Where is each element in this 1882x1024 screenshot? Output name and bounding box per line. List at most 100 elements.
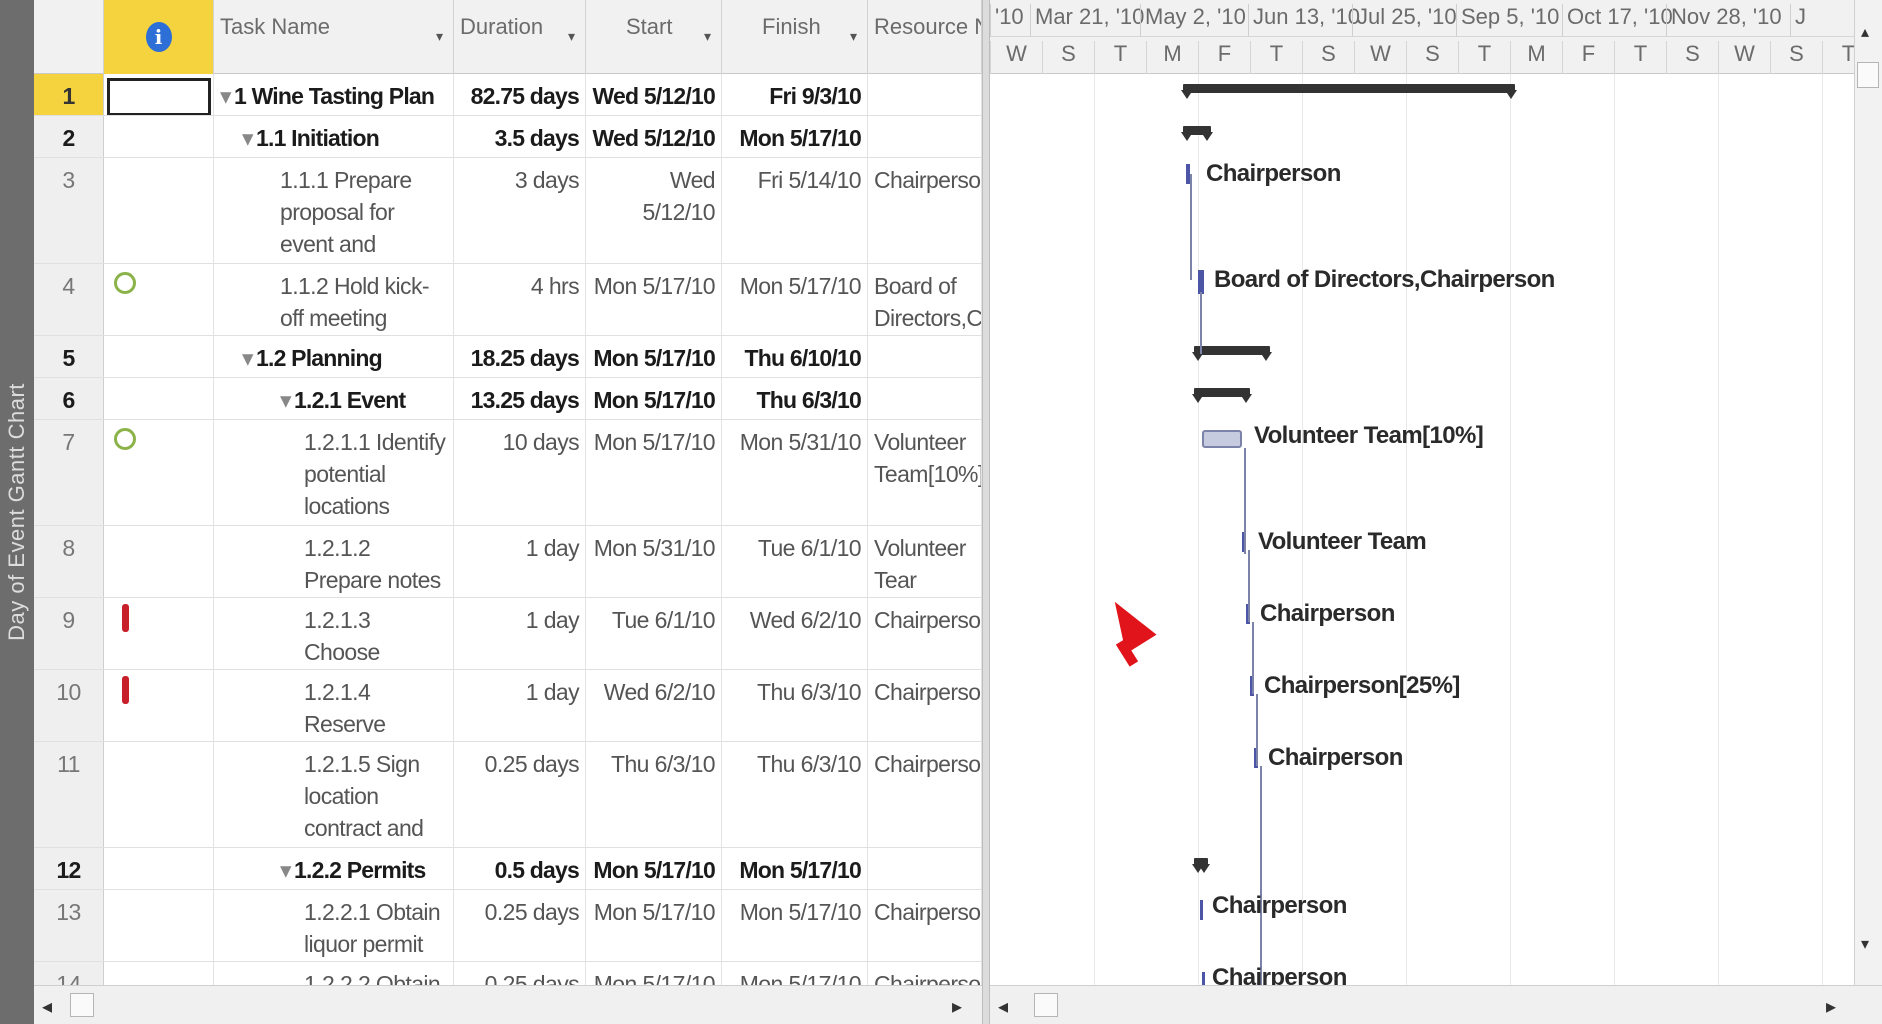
duration-cell[interactable]: 1 day bbox=[454, 598, 586, 669]
start-cell[interactable]: Mon 5/17/10 bbox=[586, 848, 722, 889]
indicator-cell[interactable] bbox=[104, 420, 214, 525]
scroll-left-icon[interactable]: ◂ bbox=[998, 994, 1008, 1019]
duration-cell[interactable]: 3.5 days bbox=[454, 116, 586, 157]
dependency-link[interactable] bbox=[1256, 694, 1258, 766]
indicators-column-header[interactable]: i bbox=[104, 0, 214, 74]
resource-cell[interactable]: Board of Directors,Chair bbox=[868, 264, 982, 335]
duration-cell[interactable]: 18.25 days bbox=[454, 336, 586, 377]
row-id[interactable]: 14 bbox=[34, 962, 104, 985]
table-row[interactable]: 7 1.2.1.1 Identify potential locations 10 … bbox=[34, 420, 982, 526]
start-cell[interactable]: Wed 5/12/10 bbox=[586, 158, 722, 263]
resource-cell[interactable] bbox=[868, 378, 982, 419]
dependency-link[interactable] bbox=[1260, 766, 1262, 985]
task-bar[interactable] bbox=[1202, 430, 1242, 448]
start-cell[interactable]: Mon 5/17/10 bbox=[586, 336, 722, 377]
resource-cell[interactable] bbox=[868, 848, 982, 889]
collapse-toggle-icon[interactable]: ▾ bbox=[280, 854, 294, 886]
table-row[interactable]: 3 1.1.1 Prepare proposal for event and bu… bbox=[34, 158, 982, 264]
task-name-cell[interactable]: 1.2.1.4 Reserve bbox=[214, 670, 454, 741]
table-row[interactable]: 11 1.2.1.5 Sign location contract and 0.25… bbox=[34, 742, 982, 848]
dependency-link[interactable] bbox=[1252, 622, 1254, 694]
row-id[interactable]: 6 bbox=[34, 378, 104, 419]
indicator-cell[interactable] bbox=[104, 742, 214, 847]
scroll-right-icon[interactable]: ▸ bbox=[1826, 994, 1836, 1019]
task-name-cell[interactable]: 1.1.1 Prepare proposal for event and bud… bbox=[214, 158, 454, 263]
task-name-cell[interactable]: 1.2.1.2 Prepare notes bbox=[214, 526, 454, 597]
duration-cell[interactable]: 0.5 days bbox=[454, 848, 586, 889]
table-row[interactable]: 5 ▾ 1.2 Planning 18.25 days Mon 5/17/10 Thu 6… bbox=[34, 336, 982, 378]
resource-cell[interactable]: Volunteer Tear bbox=[868, 526, 982, 597]
start-cell[interactable]: Mon 5/17/10 bbox=[586, 420, 722, 525]
duration-cell[interactable]: 4 hrs bbox=[454, 264, 586, 335]
row-id[interactable]: 11 bbox=[34, 742, 104, 847]
start-cell[interactable]: Wed 5/12/10 bbox=[586, 116, 722, 157]
task-bar[interactable] bbox=[1202, 972, 1205, 985]
task-name-cell[interactable]: 1.2.2.1 Obtain liquor permit bbox=[214, 890, 454, 961]
sort-dropdown-icon[interactable]: ▾ bbox=[436, 28, 443, 45]
dependency-link[interactable] bbox=[1200, 292, 1202, 354]
indicator-cell[interactable] bbox=[104, 378, 214, 419]
dependency-link[interactable] bbox=[1248, 550, 1250, 622]
duration-cell[interactable]: 0.25 days bbox=[454, 962, 586, 985]
finish-cell[interactable]: Tue 6/1/10 bbox=[722, 526, 868, 597]
finish-cell[interactable]: Mon 5/17/10 bbox=[722, 264, 868, 335]
sort-dropdown-icon[interactable]: ▾ bbox=[850, 28, 857, 45]
note-indicator-icon[interactable] bbox=[114, 272, 136, 294]
task-name-column-header[interactable]: Task Name ▾ bbox=[214, 0, 454, 74]
indicator-cell[interactable] bbox=[104, 670, 214, 741]
indicator-cell[interactable] bbox=[104, 158, 214, 263]
finish-cell[interactable]: Thu 6/3/10 bbox=[722, 378, 868, 419]
task-name-cell[interactable]: 1.2.1.3 Choose bbox=[214, 598, 454, 669]
duration-cell[interactable]: 3 days bbox=[454, 158, 586, 263]
start-cell[interactable]: Wed 5/12/10 bbox=[586, 74, 722, 115]
view-bar[interactable]: Day of Event Gantt Chart bbox=[0, 0, 34, 1024]
resource-column-header[interactable]: Resource Nam bbox=[868, 0, 982, 74]
resource-cell[interactable]: Volunteer Team[10%] bbox=[868, 420, 982, 525]
task-name-cell[interactable]: ▾ 1.1 Initiation bbox=[214, 116, 454, 157]
indicator-cell[interactable] bbox=[104, 848, 214, 889]
task-name-cell[interactable]: ▾1.2.1 Event Loca bbox=[214, 378, 454, 419]
collapse-toggle-icon[interactable]: ▾ bbox=[220, 80, 234, 112]
row-id[interactable]: 4 bbox=[34, 264, 104, 335]
resource-cell[interactable]: Chairperson bbox=[868, 962, 982, 985]
row-id[interactable]: 2 bbox=[34, 116, 104, 157]
start-cell[interactable]: Tue 6/1/10 bbox=[586, 598, 722, 669]
task-bar[interactable] bbox=[1198, 270, 1204, 294]
start-cell[interactable]: Mon 5/17/10 bbox=[586, 890, 722, 961]
task-bar[interactable] bbox=[1200, 900, 1203, 920]
finish-cell[interactable]: Mon 5/17/10 bbox=[722, 848, 868, 889]
dependency-link[interactable] bbox=[1244, 448, 1246, 554]
finish-cell[interactable]: Fri 9/3/10 bbox=[722, 74, 868, 115]
indicator-cell[interactable] bbox=[104, 526, 214, 597]
row-id[interactable]: 13 bbox=[34, 890, 104, 961]
duration-cell[interactable]: 13.25 days bbox=[454, 378, 586, 419]
summary-bar[interactable] bbox=[1192, 346, 1272, 361]
table-row[interactable]: 10 1.2.1.4 Reserve 1 day Wed 6/2/10 Thu 6/3/… bbox=[34, 670, 982, 742]
summary-bar[interactable] bbox=[1192, 388, 1252, 403]
note-indicator-icon[interactable] bbox=[114, 428, 136, 450]
dependency-link[interactable] bbox=[1190, 174, 1192, 280]
table-row[interactable]: 4 1.1.2 Hold kick-off meeting 4 hrs Mon 5/1… bbox=[34, 264, 982, 336]
task-name-cell[interactable]: ▾ 1 Wine Tasting Plan bbox=[214, 74, 454, 115]
duration-cell[interactable]: 1 day bbox=[454, 526, 586, 597]
summary-bar[interactable] bbox=[1192, 858, 1210, 873]
row-id[interactable]: 1 bbox=[34, 74, 104, 115]
table-row[interactable]: 13 1.2.2.1 Obtain liquor permit 0.25 days M… bbox=[34, 890, 982, 962]
indicator-cell[interactable] bbox=[104, 962, 214, 985]
resource-cell[interactable]: Chairperson bbox=[868, 158, 982, 263]
duration-cell[interactable]: 0.25 days bbox=[454, 890, 586, 961]
duration-column-header[interactable]: Duration ▾ bbox=[454, 0, 586, 74]
start-cell[interactable]: Mon 5/17/10 bbox=[586, 378, 722, 419]
resource-cell[interactable] bbox=[868, 116, 982, 157]
constraint-indicator-icon[interactable] bbox=[122, 604, 129, 632]
row-id[interactable]: 10 bbox=[34, 670, 104, 741]
indicator-cell[interactable] bbox=[104, 116, 214, 157]
finish-cell[interactable]: Wed 6/2/10 bbox=[722, 598, 868, 669]
scroll-thumb[interactable] bbox=[1857, 62, 1879, 88]
start-cell[interactable]: Mon 5/17/10 bbox=[586, 962, 722, 985]
finish-cell[interactable]: Fri 5/14/10 bbox=[722, 158, 868, 263]
table-row[interactable]: 8 1.2.1.2 Prepare notes 1 day Mon 5/31/10 Tu… bbox=[34, 526, 982, 598]
pane-splitter[interactable] bbox=[982, 0, 990, 1024]
row-id[interactable]: 7 bbox=[34, 420, 104, 525]
start-cell[interactable]: Mon 5/31/10 bbox=[586, 526, 722, 597]
